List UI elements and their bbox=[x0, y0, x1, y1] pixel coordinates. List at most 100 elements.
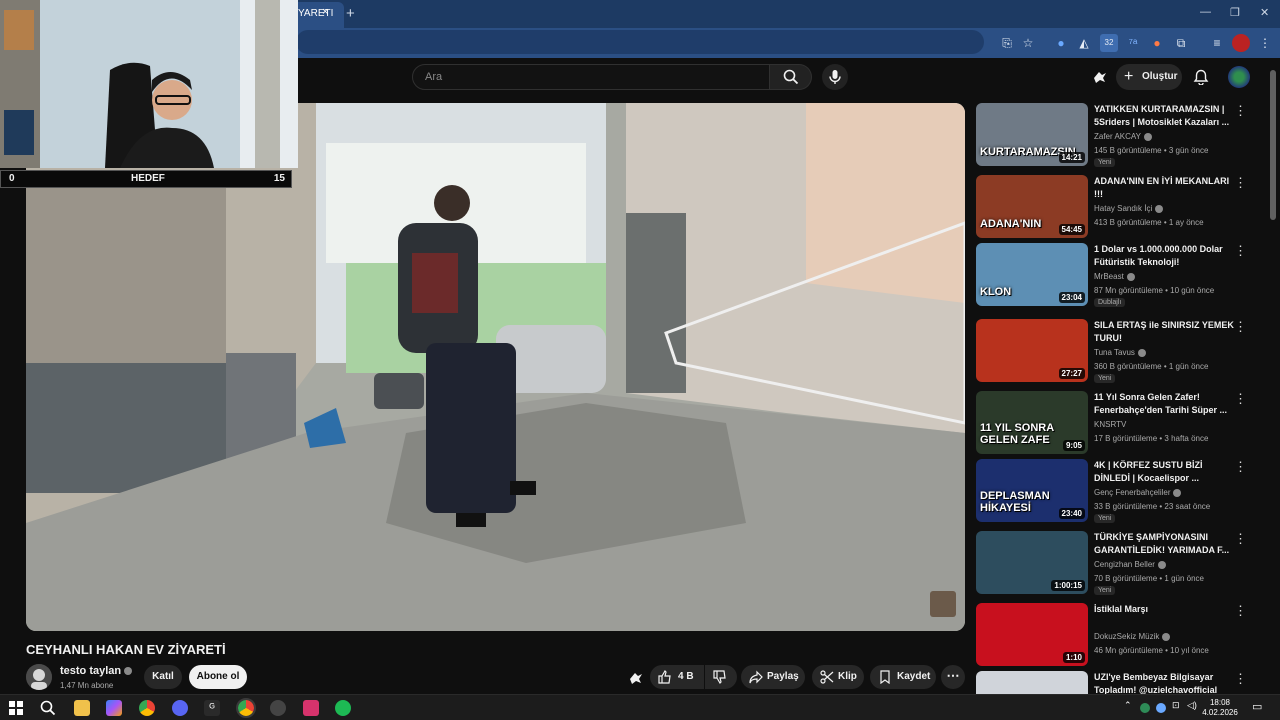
search-input[interactable]: Ara bbox=[412, 64, 770, 90]
channel-name[interactable]: testo taylan bbox=[60, 665, 133, 677]
reading-list-icon[interactable]: ≡ bbox=[1208, 34, 1226, 52]
more-options-icon[interactable]: ⋮ bbox=[1234, 243, 1247, 259]
dislike-button[interactable] bbox=[705, 665, 737, 689]
channel-name-text: testo taylan bbox=[60, 665, 122, 677]
app-icon[interactable]: ᴳ bbox=[204, 700, 220, 716]
thumbs-down-icon bbox=[713, 670, 726, 684]
tray-chevron-icon[interactable]: ⌃ bbox=[1124, 700, 1132, 711]
discord-icon[interactable] bbox=[172, 700, 188, 716]
bookmark-star-icon[interactable]: ☆ bbox=[1019, 34, 1037, 52]
clip-button[interactable]: Klip bbox=[812, 665, 864, 689]
join-button[interactable]: Katıl bbox=[144, 665, 182, 689]
recommendation-meta: 145 B görüntüleme • 3 gün önce bbox=[1094, 146, 1209, 155]
share-icon bbox=[749, 670, 763, 684]
share-button[interactable]: Paylaş bbox=[741, 665, 805, 689]
account-avatar[interactable] bbox=[1228, 66, 1250, 88]
thumbnail[interactable]: KURTARAMAZSIN 14:21 bbox=[976, 103, 1088, 166]
more-options-icon[interactable]: ⋮ bbox=[1234, 175, 1247, 191]
search-button[interactable] bbox=[770, 64, 812, 90]
duration-badge: 23:40 bbox=[1058, 508, 1085, 519]
create-button[interactable]: + Oluştur bbox=[1116, 64, 1182, 90]
window-close-button[interactable]: ✕ bbox=[1260, 6, 1269, 19]
thumbnail-caption: ADANA'NIN bbox=[980, 218, 1042, 230]
subscribe-button[interactable]: Abone ol bbox=[189, 665, 247, 689]
windows-start-icon[interactable] bbox=[9, 701, 23, 715]
recommendation-title[interactable]: ADANA'NIN EN İYİ MEKANLARI !!! bbox=[1094, 175, 1234, 201]
app-x-icon[interactable] bbox=[303, 700, 319, 716]
notifications-icon[interactable]: ▭ bbox=[1252, 700, 1262, 713]
extension-icon[interactable]: ● bbox=[1148, 34, 1166, 52]
recommendation-channel[interactable]: Zafer AKCAY bbox=[1094, 132, 1152, 141]
tray-app-icon[interactable] bbox=[1156, 703, 1166, 713]
system-clock[interactable]: 18:08 4.02.2026 bbox=[1198, 698, 1242, 718]
browser-tab[interactable]: YARETI bbox=[290, 2, 344, 28]
cast-game-icon[interactable] bbox=[1092, 69, 1108, 85]
notifications-bell-icon[interactable] bbox=[1193, 69, 1209, 85]
thumbnail[interactable]: ADANA'NIN 54:45 bbox=[976, 175, 1088, 238]
recommendation-channel[interactable]: DokuzSekiz Müzik bbox=[1094, 632, 1171, 641]
network-icon[interactable]: ⊡ bbox=[1172, 700, 1180, 711]
recommendation-channel[interactable]: Tuna Tavus bbox=[1094, 348, 1146, 357]
more-options-icon[interactable]: ⋮ bbox=[1234, 459, 1247, 475]
tray-app-icon[interactable] bbox=[1140, 703, 1150, 713]
file-explorer-icon[interactable] bbox=[74, 700, 90, 716]
recommendation-badge: Yeni bbox=[1094, 374, 1116, 383]
search-icon[interactable] bbox=[40, 700, 56, 716]
ask-ai-icon[interactable] bbox=[628, 670, 644, 686]
voice-search-button[interactable] bbox=[822, 64, 848, 90]
obs-icon[interactable] bbox=[270, 700, 286, 716]
thumbnail[interactable]: 1:00:15 bbox=[976, 531, 1088, 594]
address-bar[interactable] bbox=[296, 30, 984, 54]
recommendation-badge: Yeni bbox=[1094, 158, 1116, 167]
more-options-icon[interactable]: ⋮ bbox=[1234, 531, 1247, 547]
chrome-icon[interactable] bbox=[139, 700, 155, 716]
more-options-icon[interactable]: ⋮ bbox=[1234, 319, 1247, 335]
recommendation-title[interactable]: 1 Dolar vs 1.000.000.000 Dolar Fütüristi… bbox=[1094, 243, 1234, 269]
window-minimize-button[interactable]: — bbox=[1200, 6, 1211, 18]
more-options-icon[interactable]: ⋮ bbox=[1234, 671, 1247, 687]
recommendation-title[interactable]: YATIKKEN KURTARAMAZSIN | 5Sriders | Moto… bbox=[1094, 103, 1234, 129]
recommendation-channel[interactable]: MrBeast bbox=[1094, 272, 1135, 281]
more-options-icon[interactable]: ⋮ bbox=[1234, 391, 1247, 407]
recommendation-channel[interactable]: Genç Fenerbahçeliler bbox=[1094, 488, 1182, 497]
thumbnail[interactable]: KLON 23:04 bbox=[976, 243, 1088, 306]
like-button[interactable]: 4 B bbox=[650, 665, 704, 689]
install-app-icon[interactable]: ⎘ bbox=[998, 34, 1016, 52]
more-actions-button[interactable]: ⋯ bbox=[941, 665, 965, 689]
copilot-icon[interactable] bbox=[106, 700, 122, 716]
thumbnail[interactable]: 1:10 bbox=[976, 603, 1088, 666]
volume-icon[interactable]: ◁) bbox=[1187, 700, 1197, 711]
more-options-icon[interactable]: ⋮ bbox=[1234, 103, 1247, 119]
channel-name-text: Zafer AKCAY bbox=[1094, 132, 1141, 141]
verified-icon bbox=[1126, 272, 1135, 281]
chrome-active-icon[interactable] bbox=[236, 698, 256, 718]
spotify-icon[interactable] bbox=[335, 700, 351, 716]
scrollbar-thumb[interactable] bbox=[1270, 70, 1276, 220]
translate-extension-icon[interactable]: ⁷ᵃ bbox=[1124, 34, 1142, 52]
thumbnail[interactable]: 11 YIL SONRA GELEN ZAFE 9:05 bbox=[976, 391, 1088, 454]
recommendation-title[interactable]: 4K | KÖRFEZ SUSTU BİZİ DİNLEDİ | Kocaeli… bbox=[1094, 459, 1234, 485]
duration-badge: 9:05 bbox=[1062, 440, 1085, 451]
recommendation-title[interactable]: TÜRKİYE ŞAMPİYONASINI GARANTİLEDİK! YARI… bbox=[1094, 531, 1234, 557]
recommendation-channel[interactable]: Hatay Sandık İçi bbox=[1094, 204, 1164, 213]
recommendation-title[interactable]: SILA ERTAŞ ile SINIRSIZ YEMEK TURU! bbox=[1094, 319, 1234, 345]
browser-menu-icon[interactable]: ⋮ bbox=[1256, 34, 1274, 52]
save-button[interactable]: Kaydet bbox=[870, 665, 936, 689]
extension-icon[interactable]: ● bbox=[1052, 34, 1070, 52]
thumbnail[interactable]: DEPLASMAN HİKAYESİ 23:40 bbox=[976, 459, 1088, 522]
thumbnail[interactable]: 27:27 bbox=[976, 319, 1088, 382]
tab-close-icon[interactable]: × bbox=[322, 6, 328, 18]
profile-avatar-icon[interactable] bbox=[1232, 34, 1250, 52]
recommendation-channel[interactable]: Cengizhan Beller bbox=[1094, 560, 1166, 569]
recommendation-meta: 33 B görüntüleme • 23 saat önce bbox=[1094, 502, 1211, 511]
recommendation-channel[interactable]: KNSRTV bbox=[1094, 420, 1126, 429]
recommendation-title[interactable]: İstiklal Marşı bbox=[1094, 603, 1234, 616]
extensions-puzzle-icon[interactable]: ⧉ bbox=[1172, 34, 1190, 52]
recommendation-title[interactable]: 11 Yıl Sonra Gelen Zafer! Fenerbahçe'den… bbox=[1094, 391, 1234, 417]
new-tab-button[interactable]: + bbox=[346, 5, 355, 22]
channel-avatar[interactable] bbox=[26, 664, 52, 690]
window-maximize-button[interactable]: ❐ bbox=[1230, 6, 1240, 19]
extension-badge-icon[interactable]: 32 bbox=[1100, 34, 1118, 52]
more-options-icon[interactable]: ⋮ bbox=[1234, 603, 1247, 619]
extension-icon[interactable]: ◭ bbox=[1075, 34, 1093, 52]
